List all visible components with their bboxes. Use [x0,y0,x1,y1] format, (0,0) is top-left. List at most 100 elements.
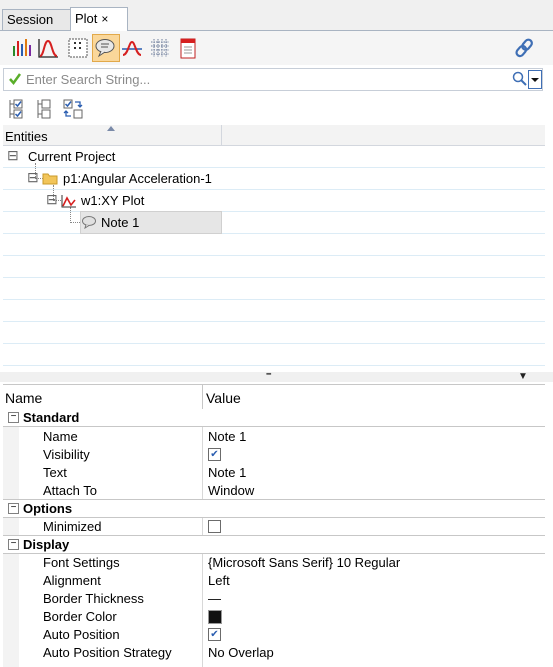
collapse-all-icon[interactable] [36,98,54,120]
chevron-down-icon[interactable]: ▼ [518,371,528,382]
expand-all-icon[interactable] [8,98,26,120]
collapse-toggle-icon[interactable]: ⊟ [7,147,19,164]
search-input[interactable] [26,70,496,88]
note-button[interactable] [92,34,120,62]
collapse-toggle-icon[interactable]: ⊟ [46,191,58,208]
property-row-auto-position[interactable]: Auto Position ✔ [3,625,545,643]
grid-line [3,255,545,256]
toolbar [0,31,553,65]
grid-line [3,167,545,168]
section-title: Standard [23,410,80,425]
entity-tree: Entities ⊟ Current Project ⊟ p1:Angular … [3,125,545,370]
property-value[interactable]: Left [208,573,230,588]
tree-item-page[interactable]: p1:Angular Acceleration-1 [63,171,212,186]
tree-connector [70,222,80,224]
tab-plot[interactable]: Plot × [70,7,128,31]
grid-line [3,189,545,190]
property-value[interactable]: No Overlap [208,645,274,660]
grid-line [3,277,545,278]
property-row-font-settings[interactable]: Font Settings {Microsoft Sans Serif} 10 … [3,553,545,571]
tree-item-window[interactable]: w1:XY Plot [81,193,144,208]
property-row-alignment[interactable]: Alignment Left [3,571,545,589]
curve-icon[interactable] [36,36,60,60]
folder-icon [42,173,58,185]
property-value[interactable]: Note 1 [208,465,246,480]
tab-session[interactable]: Session [2,9,74,30]
search-bar [3,68,543,91]
grid-line [3,365,545,366]
note-icon [95,39,115,58]
property-row-attach-to[interactable]: Attach To Window [3,481,545,499]
tree-item-note[interactable]: Note 1 [101,215,139,230]
column-divider [202,385,203,409]
sync-selection-icon[interactable] [62,98,84,120]
visibility-checkbox[interactable]: ✔ [208,448,221,461]
entities-header-label: Entities [5,129,48,144]
collapse-toggle-icon[interactable]: − [8,539,19,550]
property-grid: Name Value − Standard Name Note 1 Visibi… [3,384,545,667]
note-icon [82,216,96,229]
collapse-toggle-icon[interactable]: − [8,412,19,423]
tree-connector [70,207,72,221]
property-label: Font Settings [43,555,120,570]
section-display[interactable]: − Display [3,535,545,554]
property-value[interactable]: Window [208,483,254,498]
grid-line [3,299,545,300]
grid-line [3,343,545,344]
property-label: Minimized [43,519,102,534]
property-value[interactable]: Note 1 [208,429,246,444]
property-row-text[interactable]: Text Note 1 [3,463,545,481]
section-standard[interactable]: − Standard [3,409,545,427]
value-column-header[interactable]: Value [206,390,241,406]
tree-toolbar [0,96,553,122]
property-row-border-thickness[interactable]: Border Thickness — [3,589,545,607]
grid-line [3,321,545,322]
property-label: Visibility [43,447,90,462]
data-grid-icon[interactable] [66,36,90,60]
property-value[interactable]: {Microsoft Sans Serif} 10 Regular [208,555,400,570]
property-label: Auto Position [43,627,120,642]
search-icon[interactable] [512,71,527,87]
property-row-auto-position-strategy[interactable]: Auto Position Strategy No Overlap [3,643,545,661]
search-options-button[interactable] [528,70,542,89]
section-title: Display [23,537,70,552]
datum-line-icon[interactable] [120,36,144,60]
property-label: Alignment [43,573,101,588]
panel-splitter[interactable]: ▪▪▪ ▼ [0,371,553,382]
property-label: Border Color [43,609,117,624]
property-header: Name Value [3,384,545,410]
collapse-toggle-icon[interactable]: − [8,503,19,514]
section-options[interactable]: − Options [3,499,545,518]
sort-ascending-icon [107,126,115,131]
bar-chart-icon[interactable] [10,36,34,60]
tab-session-label: Session [7,12,54,27]
property-label: Attach To [43,483,97,498]
property-label: Name [43,429,78,444]
property-row-name[interactable]: Name Note 1 [3,427,545,445]
property-row-minimized[interactable]: Minimized [3,517,545,535]
property-row-border-color[interactable]: Border Color [3,607,545,625]
property-label: Auto Position Strategy [43,645,172,660]
property-label: Text [43,465,67,480]
xy-plot-icon [61,195,76,208]
splitter-grip: ▪▪▪ [266,371,272,378]
tab-plot-label: Plot [75,11,98,26]
link-icon[interactable] [513,36,537,60]
property-row-visibility[interactable]: Visibility ✔ [3,445,545,463]
auto-position-checkbox[interactable]: ✔ [208,628,221,641]
close-icon[interactable]: × [101,12,108,26]
section-title: Options [23,501,73,516]
tab-strip: Session Plot × [0,0,553,31]
collapse-toggle-icon[interactable]: ⊟ [27,169,39,186]
property-label: Border Thickness [43,591,144,606]
tree-item-current-project[interactable]: Current Project [28,149,115,164]
color-swatch[interactable] [208,610,222,624]
chevron-down-icon [531,78,539,82]
name-column-header[interactable]: Name [5,390,42,406]
minimized-checkbox[interactable] [208,520,221,533]
tree-header: Entities [3,125,545,146]
checkmark-icon [9,73,22,86]
document-icon[interactable] [176,36,200,60]
property-value[interactable]: — [208,591,221,606]
grid-lines-icon[interactable] [148,36,172,60]
